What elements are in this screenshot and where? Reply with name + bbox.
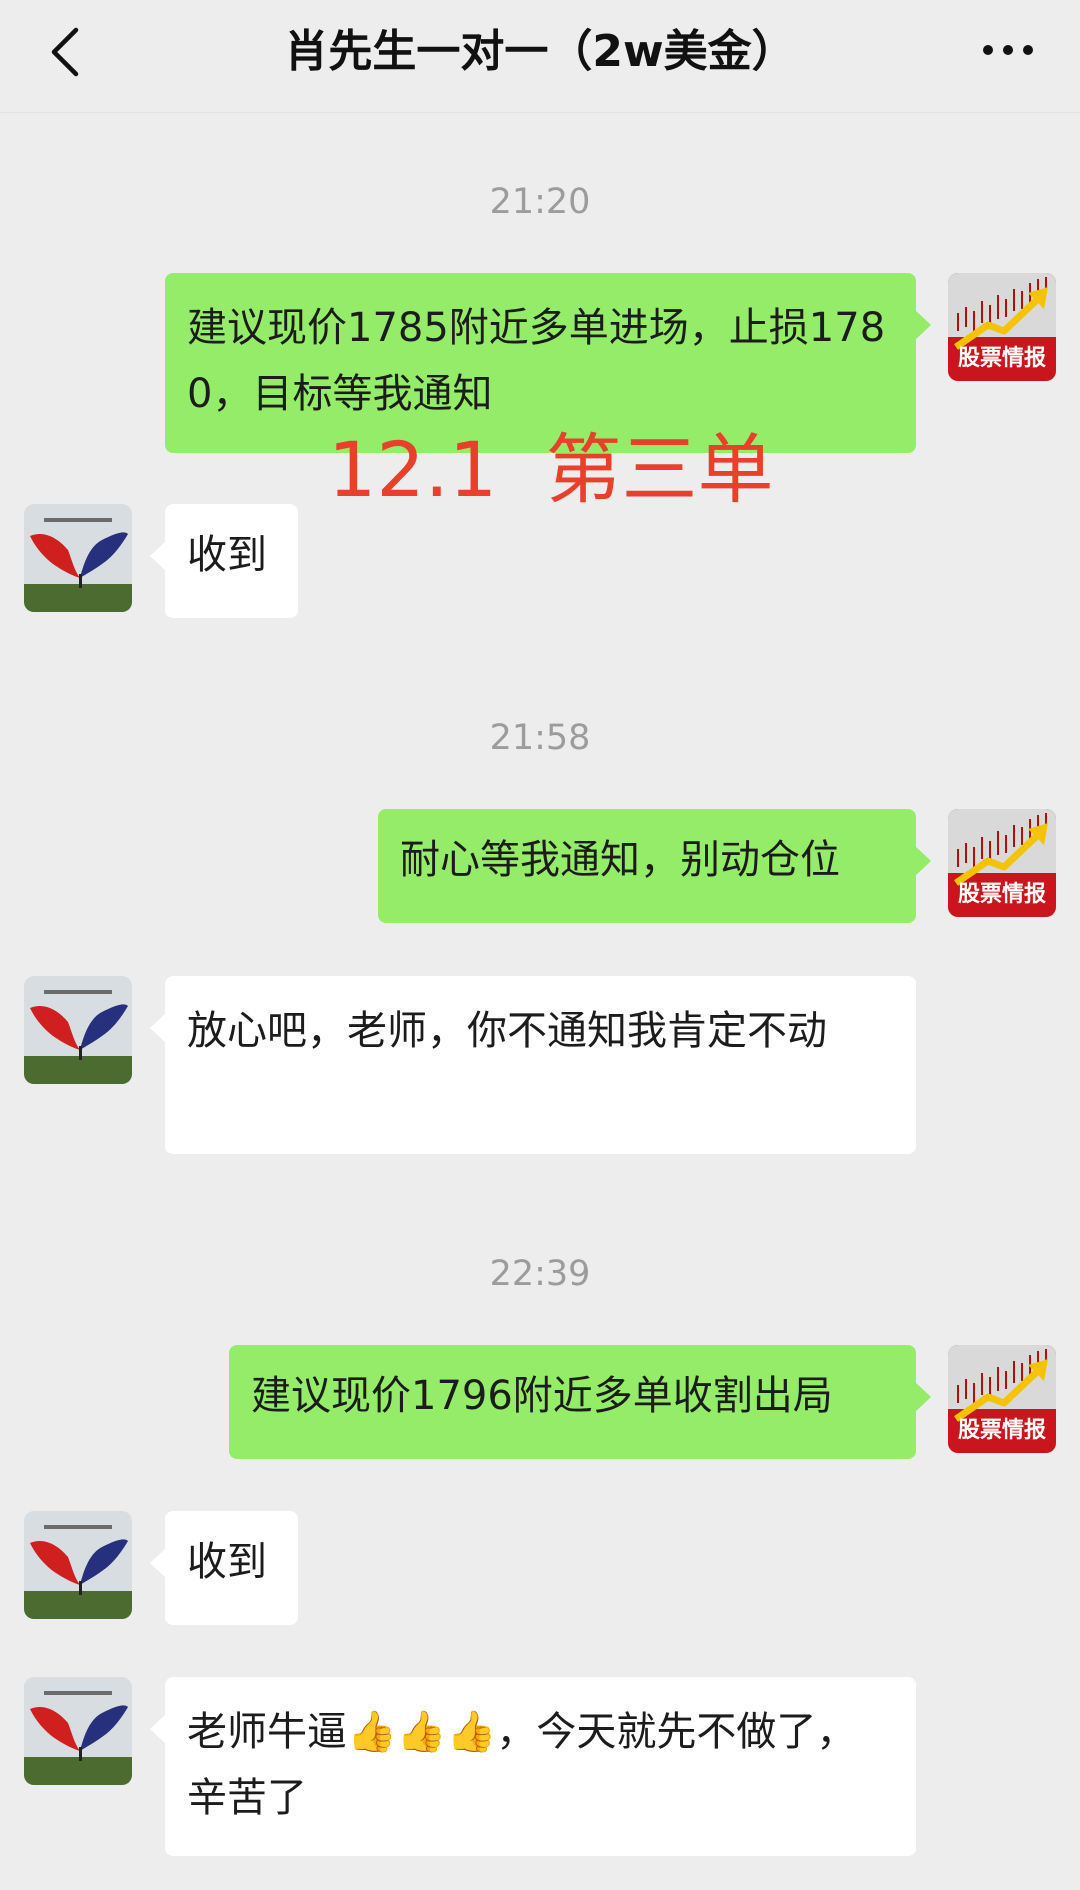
outgoing-message[interactable]: 耐心等我通知，别动仓位 [378, 809, 931, 923]
flags-photo-icon [24, 1677, 132, 1785]
incoming-message[interactable]: 老师牛逼👍👍👍，今天就先不做了，辛苦了 [150, 1677, 916, 1856]
chat-title: 肖先生一对一（2w美金） [284, 26, 796, 77]
incoming-message[interactable]: 收到 [150, 504, 298, 618]
timestamp: 22:39 [489, 1254, 591, 1294]
avatar-label: 股票情报 [957, 346, 1046, 371]
avatar-label: 股票情报 [957, 882, 1046, 907]
outgoing-message[interactable]: 建议现价1796附近多单收割出局 [229, 1345, 931, 1459]
sender-avatar[interactable]: 股票情报 [948, 1345, 1056, 1453]
receiver-avatar[interactable] [24, 504, 132, 612]
incoming-message[interactable]: 收到 [150, 1511, 298, 1625]
overlay-annotation: 12.1 第三单 [328, 425, 774, 514]
flags-photo-icon [24, 976, 132, 1084]
incoming-message[interactable]: 放心吧，老师，你不通知我肯定不动 [150, 976, 916, 1154]
chevron-left-icon[interactable] [46, 26, 86, 78]
receiver-avatar[interactable] [24, 1677, 132, 1785]
avatar-label: 股票情报 [957, 1418, 1046, 1443]
ellipsis-icon[interactable] [978, 30, 1038, 70]
timestamp: 21:58 [489, 718, 591, 758]
flags-photo-icon [24, 504, 132, 612]
timestamp: 21:20 [489, 182, 591, 222]
sender-avatar[interactable]: 股票情报 [948, 809, 1056, 917]
sender-avatar[interactable]: 股票情报 [948, 273, 1056, 381]
receiver-avatar[interactable] [24, 1511, 132, 1619]
receiver-avatar[interactable] [24, 976, 132, 1084]
chat-header: 肖先生一对一（2w美金） [0, 0, 1080, 113]
flags-photo-icon [24, 1511, 132, 1619]
